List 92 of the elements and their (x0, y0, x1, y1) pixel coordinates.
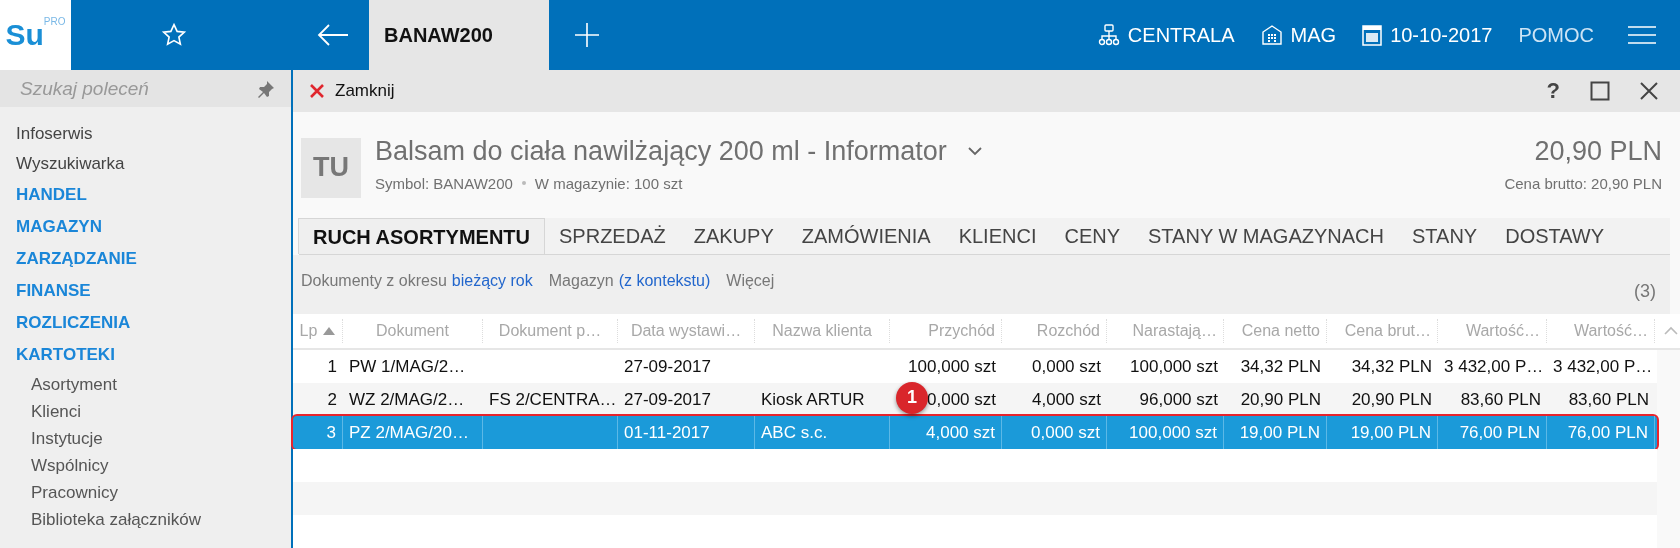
menu-item[interactable]: Klienci (0, 398, 291, 425)
menu-item[interactable]: Wspólnicy (0, 452, 291, 479)
table-cell: 83,60 PLN (1460, 390, 1541, 409)
table-cell: 19,00 PLN (1350, 423, 1431, 442)
menu-item[interactable]: MAGAZYN (0, 211, 291, 243)
table-cell: 0,000 szt (1032, 357, 1101, 376)
table-cell: 01-11-2017 (624, 423, 710, 442)
menu-item[interactable]: Wyszukiwarka (0, 149, 291, 179)
filter-link[interactable]: (z kontekstu) (618, 272, 711, 302)
plus-icon[interactable] (575, 23, 599, 47)
table-cell: 100,000 szt (908, 357, 996, 376)
context-button[interactable]: POMOC (1518, 23, 1594, 47)
table-cell: 19,00 PLN (1239, 423, 1320, 442)
star-icon[interactable] (161, 22, 187, 48)
context-button[interactable]: 10-10-2017 (1362, 23, 1493, 47)
menu-icon[interactable] (1628, 25, 1656, 45)
menu-item[interactable]: FINANSE (0, 275, 291, 307)
table-cell: FS 2/CENTRA… (489, 390, 617, 409)
back-arrow-icon[interactable] (317, 24, 349, 46)
table-cell: 100,000 szt (1129, 423, 1217, 442)
menu-item[interactable]: Infoserwis (0, 119, 291, 149)
table-row[interactable]: 3 PZ 2/MAG/20… 01-11-2017 ABC s.c. 4,000 szt 0,000 szt 100,000 szt 19,00 PLN 19,00 PLN 76,00 PLN 76,00 PLN (293, 416, 1657, 449)
table-cell: 0,000 szt (927, 390, 996, 409)
tab[interactable]: KLIENCI (944, 218, 1051, 255)
table-cell: 96,000 szt (1139, 390, 1218, 409)
filter-label: Dokumenty z okresu (301, 272, 447, 291)
context-button[interactable]: CENTRALA (1097, 23, 1235, 47)
search-input[interactable]: Szukaj poleceń (18, 76, 257, 101)
table-cell: 27-09-2017 (624, 357, 711, 376)
pin-icon[interactable] (257, 79, 275, 98)
tab[interactable]: ZAMÓWIENIA (787, 218, 945, 255)
menu-item[interactable]: Biblioteka załączników (0, 506, 291, 533)
table-cell: 76,00 PLN (1567, 423, 1648, 442)
item-title: Balsam do ciała nawilżający 200 ml - Informator (375, 135, 947, 167)
item-symbol: Symbol: BANAW200 (375, 174, 513, 192)
table-cell: 76,00 PLN (1459, 423, 1540, 442)
menu-item[interactable]: Pracownicy (0, 479, 291, 506)
tab[interactable]: CENY (1050, 218, 1135, 255)
menu-item[interactable]: ZARZĄDZANIE (0, 243, 291, 275)
table-cell: 20,90 PLN (1351, 390, 1432, 409)
filter-label[interactable]: Więcej (726, 272, 775, 302)
table-cell: 34,32 PLN (1240, 357, 1321, 376)
document-tab[interactable]: BANAW200 (369, 0, 549, 70)
record-count: (3) (1634, 281, 1656, 302)
menu-item[interactable]: Asortyment (0, 371, 291, 398)
building-icon (1260, 24, 1283, 46)
close-icon (309, 82, 325, 99)
table-cell: 3 (326, 423, 336, 442)
table-cell: Kiosk ARTUR (761, 390, 865, 409)
tab[interactable]: ZAKUPY (679, 218, 788, 255)
menu-item[interactable]: KARTOTEKI (0, 339, 291, 371)
table-row[interactable]: 1 PW 1/MAG/2… 27-09-2017 100,000 szt 0,000 szt 100,000 szt 34,32 PLN 34,32 PLN 3 432,00 P… 3 432,00 P… (293, 350, 1657, 383)
calendar-icon (1362, 24, 1383, 46)
tab[interactable]: STANY W MAGAZYNACH (1134, 218, 1398, 255)
tab[interactable]: DOSTAWY (1491, 218, 1619, 255)
close-icon[interactable] (1640, 81, 1658, 100)
table-cell: 100,000 szt (1130, 357, 1218, 376)
close-button[interactable]: Zamknij (307, 78, 397, 103)
table-cell: 83,60 PLN (1568, 390, 1649, 409)
tab[interactable]: RUCH ASORTYMENTU (298, 218, 546, 255)
table-cell: 34,32 PLN (1351, 357, 1432, 376)
gross-price: Cena brutto: 20,90 PLN (1504, 174, 1662, 192)
table-cell: WZ 2/MAG/2… (349, 390, 465, 409)
menu-item[interactable]: Instytucje (0, 425, 291, 452)
table-cell: 27-09-2017 (624, 390, 711, 409)
item-stock: W magazynie: 100 szt (534, 174, 683, 192)
tab[interactable]: SPRZEDAŻ (545, 218, 680, 255)
tab[interactable]: STANY (1398, 218, 1492, 255)
item-avatar: TU (301, 137, 361, 198)
table-cell: PZ 2/MAG/20… (349, 423, 469, 442)
filter-label: Magazyn (548, 272, 614, 291)
table-cell: 4,000 szt (926, 423, 995, 442)
separator-dot (521, 181, 526, 186)
table-cell: 20,90 PLN (1240, 390, 1321, 409)
table-cell: 3 432,00 P… (1553, 357, 1653, 376)
table-cell: 1 (327, 357, 337, 376)
help-button[interactable]: ? (1546, 77, 1560, 104)
context-button[interactable]: MAG (1260, 23, 1337, 47)
network-icon (1097, 24, 1120, 46)
filter-link[interactable]: bieżący rok (451, 272, 533, 302)
table-cell: ABC s.c. (761, 423, 828, 442)
table-cell: 3 432,00 P… (1444, 357, 1544, 376)
search-field[interactable]: Szukaj poleceń (0, 70, 291, 107)
table-cell: 2 (327, 390, 337, 409)
maximize-icon[interactable] (1590, 80, 1610, 101)
item-price: 20,90 PLN (1533, 135, 1662, 167)
menu-item[interactable]: ROZLICZENIA (0, 307, 291, 339)
chevron-down-icon[interactable] (966, 146, 983, 157)
table-cell: 0,000 szt (1031, 423, 1100, 442)
table-cell: 4,000 szt (1032, 390, 1101, 409)
table-cell: PW 1/MAG/2… (349, 357, 466, 376)
menu-item[interactable]: HANDEL (0, 179, 291, 211)
